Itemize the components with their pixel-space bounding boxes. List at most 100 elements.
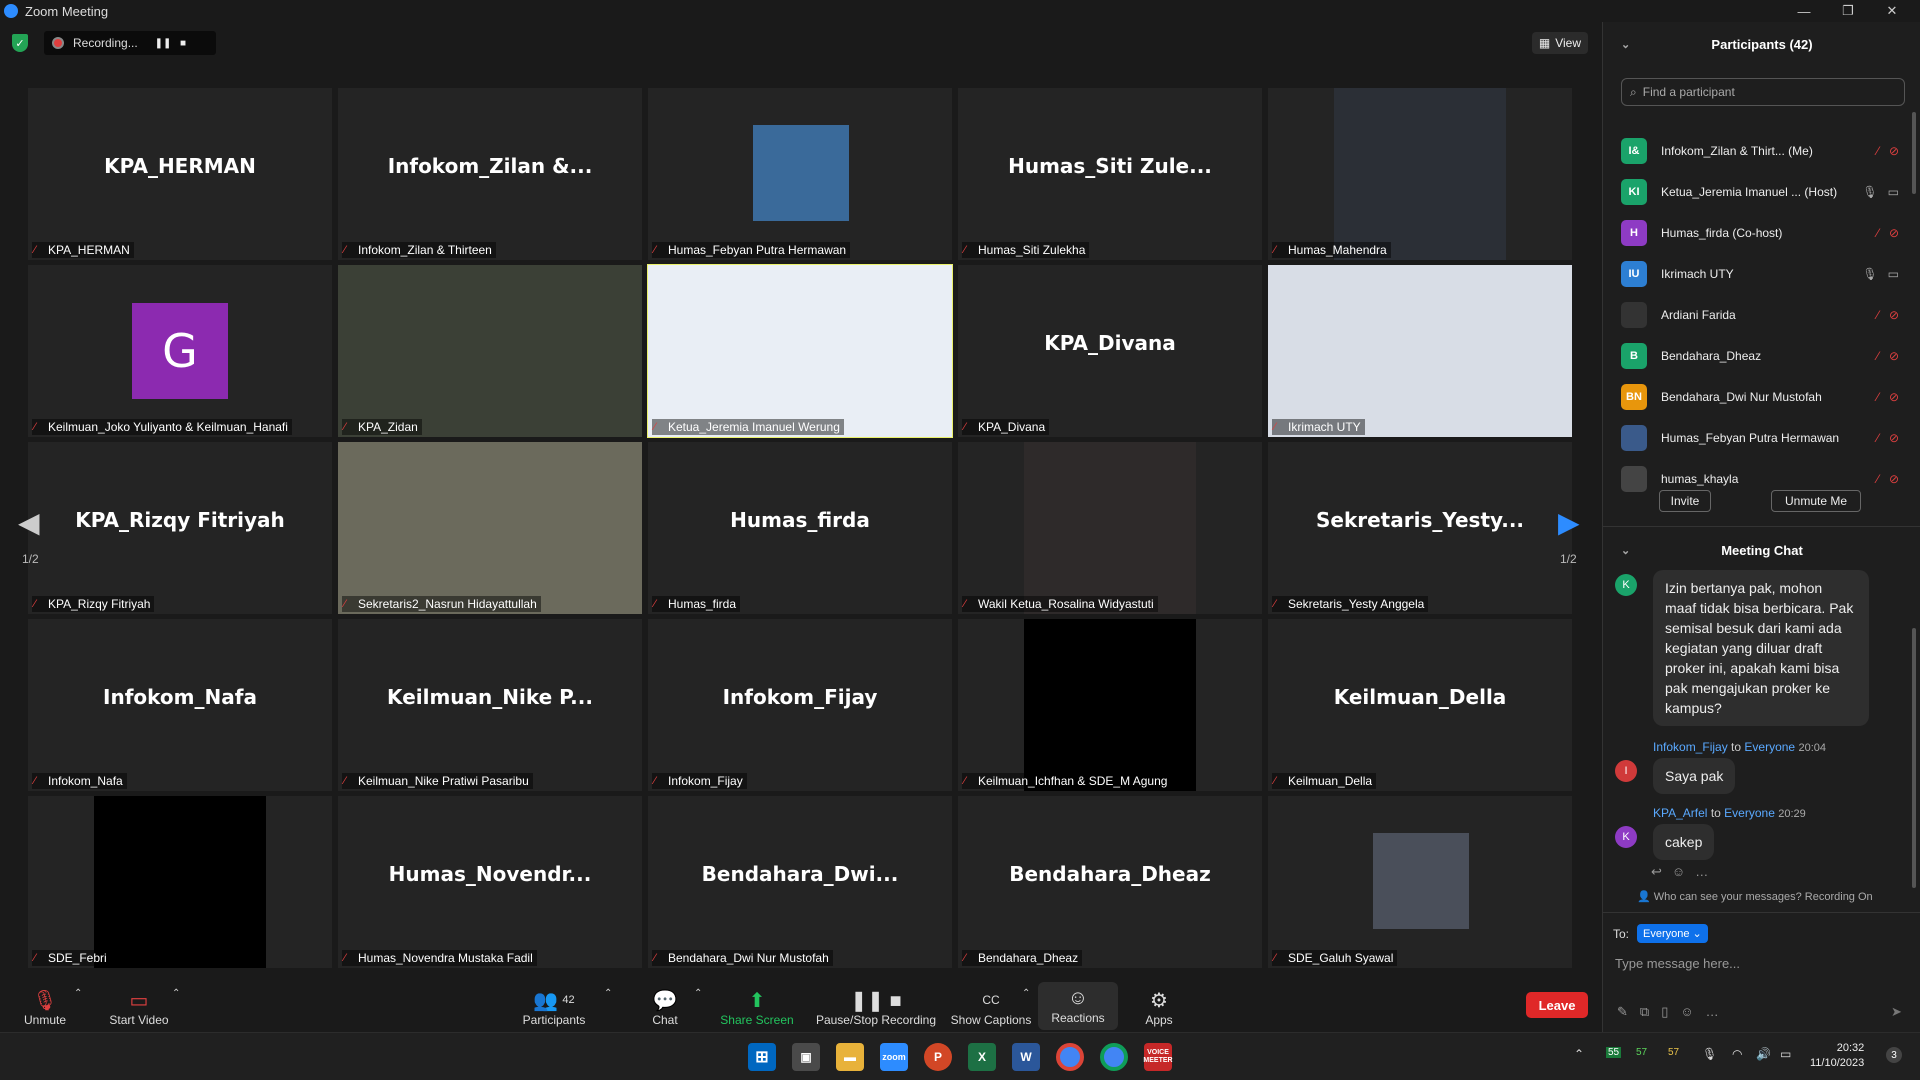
video-tile[interactable]: ⁄ SDE_Febri (28, 796, 332, 968)
task-view-icon[interactable]: ▣ (792, 1043, 820, 1071)
restore-button[interactable]: ❐ (1826, 0, 1870, 22)
file-icon[interactable]: ▯ (1661, 1004, 1668, 1020)
participant-row[interactable]: Ardiani Farida ⁄ ⊘ (1621, 298, 1899, 332)
file-explorer-icon[interactable]: ▬ (836, 1043, 864, 1071)
excel-icon[interactable]: X (968, 1043, 996, 1071)
minimize-button[interactable]: — (1782, 0, 1826, 22)
video-tile[interactable]: ⁄ Sekretaris2_Nasrun Hidayattullah (338, 442, 642, 614)
word-icon[interactable]: W (1012, 1043, 1040, 1071)
video-tile[interactable]: G ⁄ Keilmuan_Joko Yuliyanto & Keilmuan_Han… (28, 265, 332, 437)
chrome-profile-icon[interactable] (1100, 1043, 1128, 1071)
unmute-button[interactable]: 🎙 Unmute (18, 980, 72, 1032)
start-menu-icon[interactable]: ⊞ (748, 1043, 776, 1071)
format-icon[interactable]: ✎ (1617, 1004, 1628, 1020)
reply-icon[interactable]: ↩ (1651, 864, 1662, 880)
powerpoint-icon[interactable]: P (924, 1043, 952, 1071)
audio-options-caret-icon[interactable]: ⌃ (74, 988, 82, 999)
participants-caret-icon[interactable]: ⌃ (604, 988, 612, 999)
pause-stop-recording-button[interactable]: ❚❚ ■ Pause/Stop Recording (814, 980, 938, 1032)
share-screen-button[interactable]: ⬆ Share Screen (720, 980, 794, 1032)
video-tile[interactable]: Keilmuan_Nike P... ⁄ Keilmuan_Nike Pratiwi… (338, 619, 642, 791)
next-page-arrow-icon[interactable]: ▶ (1558, 506, 1580, 539)
chat-scrollbar[interactable] (1912, 628, 1916, 888)
participants-button[interactable]: 👥 42 Participants (518, 980, 590, 1032)
video-tile[interactable]: ⁄ Wakil Ketua_Rosalina Widyastuti (958, 442, 1262, 614)
participant-row[interactable]: I& Infokom_Zilan & Thirt... (Me) ⁄ ⊘ (1621, 134, 1899, 168)
video-tile[interactable]: ⁄ Humas_Febyan Putra Hermawan (648, 88, 952, 260)
notification-badge[interactable]: 3 (1886, 1047, 1902, 1063)
system-clock[interactable]: 20:32 11/10/2023 (1810, 1041, 1864, 1071)
tray-indicator-c[interactable]: 57 (1668, 1047, 1679, 1058)
chat-sender[interactable]: KPA_Arfel (1653, 806, 1707, 820)
participants-scrollbar[interactable] (1912, 112, 1916, 194)
invite-button[interactable]: Invite (1659, 490, 1711, 512)
collapse-chat-icon[interactable]: ⌄ (1621, 544, 1630, 557)
video-tile[interactable]: Sekretaris_Yesty... ⁄ Sekretaris_Yesty Ang… (1268, 442, 1572, 614)
chrome-icon[interactable] (1056, 1043, 1084, 1071)
participant-row[interactable]: B Bendahara_Dheaz ⁄ ⊘ (1621, 339, 1899, 373)
captions-caret-icon[interactable]: ⌃ (1022, 988, 1030, 999)
chat-message-input[interactable]: Type message here... (1615, 956, 1905, 986)
video-tile[interactable]: ⁄ Humas_Mahendra (1268, 88, 1572, 260)
video-tile[interactable]: Humas_Siti Zule... ⁄ Humas_Siti Zulekha (958, 88, 1262, 260)
video-tile[interactable]: Bendahara_Dheaz ⁄ Bendahara_Dheaz (958, 796, 1262, 968)
recipient-dropdown[interactable]: Everyone ⌄ (1637, 924, 1708, 943)
start-video-button[interactable]: ▭ Start Video (104, 980, 174, 1032)
leave-button[interactable]: Leave (1526, 992, 1588, 1018)
send-icon[interactable]: ➤ (1891, 1004, 1902, 1020)
video-tile[interactable]: Bendahara_Dwi... ⁄ Bendahara_Dwi Nur Musto… (648, 796, 952, 968)
participant-row[interactable]: BN Bendahara_Dwi Nur Mustofah ⁄ ⊘ (1621, 380, 1899, 414)
video-tile[interactable]: KPA_HERMAN ⁄ KPA_HERMAN (28, 88, 332, 260)
participant-row[interactable]: KI Ketua_Jeremia Imanuel ... (Host) 🎙 ▭ (1621, 175, 1899, 209)
reactions-button[interactable]: ☺ Reactions (1038, 982, 1118, 1030)
pause-recording-icon[interactable]: ❚❚ (153, 33, 173, 53)
unmute-me-button[interactable]: Unmute Me (1771, 490, 1861, 512)
microphone-icon[interactable]: 🎙 (1702, 1047, 1717, 1061)
video-tile[interactable]: ⁄ Ikrimach UTY (1268, 265, 1572, 437)
wifi-icon[interactable]: ◠ (1732, 1047, 1742, 1061)
video-tile[interactable]: Humas_Novendr... ⁄ Humas_Novendra Mustaka … (338, 796, 642, 968)
tray-indicator-a[interactable]: 55 (1606, 1047, 1622, 1058)
chat-sender[interactable]: Infokom_Fijay (1653, 740, 1728, 754)
battery-icon[interactable]: ▭ (1780, 1047, 1791, 1061)
chat-button[interactable]: 💬 Chat (648, 980, 682, 1032)
stop-recording-icon[interactable]: ■ (173, 33, 193, 53)
participant-row[interactable]: H Humas_firda (Co-host) ⁄ ⊘ (1621, 216, 1899, 250)
tray-indicator-b[interactable]: 57 (1636, 1047, 1647, 1058)
video-tile[interactable]: KPA_Divana ⁄ KPA_Divana (958, 265, 1262, 437)
view-button[interactable]: ▦ View (1531, 32, 1588, 54)
more-options-icon[interactable]: … (1706, 1004, 1719, 1020)
video-tile[interactable]: ⁄ Ketua_Jeremia Imanuel Werung (647, 264, 953, 438)
participant-row[interactable]: Humas_Febyan Putra Hermawan ⁄ ⊘ (1621, 421, 1899, 455)
video-tile[interactable]: Humas_firda ⁄ Humas_firda (648, 442, 952, 614)
show-captions-button[interactable]: CC Show Captions (950, 980, 1032, 1032)
prev-page-arrow-icon[interactable]: ◀ (18, 506, 40, 539)
chat-caret-icon[interactable]: ⌃ (694, 988, 702, 999)
collapse-participants-icon[interactable]: ⌄ (1621, 38, 1630, 51)
apps-button[interactable]: ⚙ Apps (1140, 980, 1178, 1032)
volume-icon[interactable]: 🔊 (1756, 1047, 1771, 1061)
security-shield-icon[interactable]: ✓ (12, 34, 28, 52)
emoji-icon[interactable]: ☺ (1680, 1004, 1693, 1020)
emoji-react-icon[interactable]: ☺ (1672, 864, 1685, 880)
video-tile[interactable]: Infokom_Zilan &... ⁄ Infokom_Zilan & Thirt… (338, 88, 642, 260)
screenshot-icon[interactable]: ⧉ (1640, 1004, 1649, 1020)
mic-on-icon: 🎙 (1862, 185, 1878, 199)
video-tile[interactable]: ⁄ KPA_Zidan (338, 265, 642, 437)
tray-chevron-icon[interactable]: ⌃ (1574, 1047, 1584, 1061)
video-tile[interactable]: Infokom_Nafa ⁄ Infokom_Nafa (28, 619, 332, 791)
video-options-caret-icon[interactable]: ⌃ (172, 988, 180, 999)
video-tile[interactable]: ⁄ Keilmuan_Ichfhan & SDE_M Agung (958, 619, 1262, 791)
voicemeeter-icon[interactable]: VOICE MEETER (1143, 1043, 1173, 1071)
zoom-app-icon[interactable]: zoom (880, 1043, 908, 1071)
video-tile[interactable]: Keilmuan_Della ⁄ Keilmuan_Della (1268, 619, 1572, 791)
close-window-button[interactable]: ✕ (1870, 0, 1914, 22)
who-can-see-note[interactable]: 👤 Who can see your messages? Recording O… (1637, 890, 1873, 903)
recording-dot-icon (52, 37, 64, 49)
participant-row[interactable]: IU Ikrimach UTY 🎙 ▭ (1621, 257, 1899, 291)
video-tile[interactable]: Infokom_Fijay ⁄ Infokom_Fijay (648, 619, 952, 791)
more-icon[interactable]: … (1695, 864, 1708, 880)
video-tile[interactable]: ⁄ SDE_Galuh Syawal (1268, 796, 1572, 968)
participant-search-input[interactable]: ⌕ Find a participant (1621, 78, 1905, 106)
video-tile[interactable]: KPA_Rizqy Fitriyah ⁄ KPA_Rizqy Fitriyah (28, 442, 332, 614)
